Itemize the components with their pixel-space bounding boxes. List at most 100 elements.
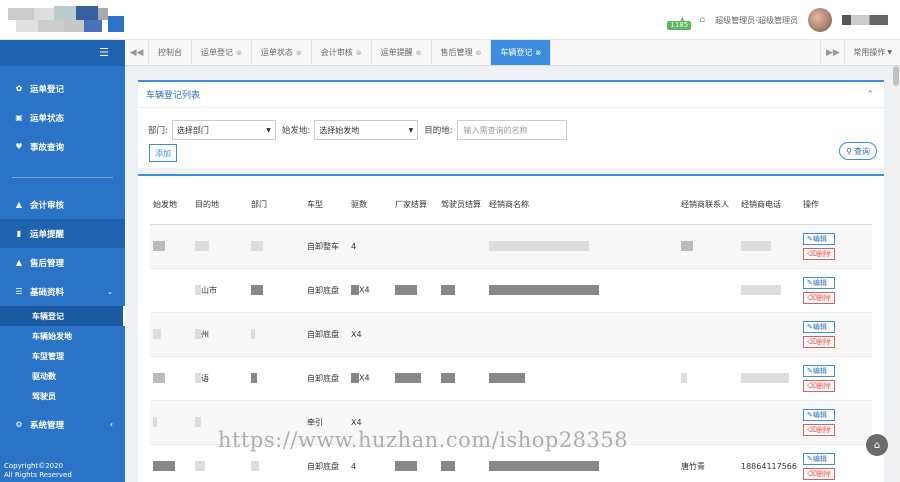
close-icon[interactable]: ⊗ [356,49,362,57]
trash-icon: ⌫ [807,337,817,346]
tab-scroll-left[interactable]: ◀◀ [125,40,149,65]
sidebar-sub-driver[interactable]: 驾驶员 [0,386,125,406]
watermark: https://www.huzhan.com/ishop28358 [218,428,629,452]
origin-label: 始发地: [281,126,311,136]
sidebar-item-waybill-status[interactable]: ▣ 运单状态 [0,103,125,132]
table-row[interactable]: 自卸整车 4 ✎编辑 ⌫删除 [150,224,872,269]
sidebar-item-accounting-audit[interactable]: ▲ 会计审核 [0,190,125,219]
delete-button[interactable]: ⌫删除 [803,467,835,480]
bank-icon: ▲ [15,200,23,209]
origin-select[interactable]: 选择始发地 ▼ [314,120,419,140]
home-float-button[interactable]: ⌂ [866,434,888,456]
sidebar-sub-vehicle-origin[interactable]: 车辆始发地 [0,326,125,346]
edit-button[interactable]: ✎编辑 [803,320,835,333]
delete-button[interactable]: ⌫删除 [803,379,835,392]
edit-button[interactable]: ✎编辑 [803,452,835,465]
copyright: Copyright©2020 All Rights Reserved [4,462,72,479]
table-row[interactable]: 山市 自卸底盘 X4 ✎编辑 ⌫删除 [150,268,872,313]
logo [8,6,126,34]
search-button[interactable]: ⚲ 查询 [839,142,877,160]
sidebar-item-basic-data[interactable]: ☰ 基础资料 ⌄ [0,277,125,306]
edit-button[interactable]: ✎编辑 [803,364,835,377]
heart-icon: ♥ [15,142,23,151]
col-dealer-contact[interactable]: 经销商联系人 [678,186,738,225]
col-dealer-phone[interactable]: 经销商电话 [738,186,800,225]
col-destination[interactable]: 目的地 [192,186,248,225]
caret-down-icon: ▼ [408,126,414,134]
notification-bell[interactable]: 1185 ▲ [667,13,692,30]
cell-vehicle-type: 自卸底盘 [304,312,348,357]
sidebar-item-waybill-register[interactable]: ✿ 运单登记 [0,74,125,103]
delete-button[interactable]: ⌫删除 [803,423,835,436]
close-icon[interactable]: ⊗ [416,49,422,57]
user-role: 超级管理员-超级管理员 [715,15,798,25]
add-button[interactable]: 添加 [149,144,177,162]
sidebar-item-system-management[interactable]: ⚙ 系统管理 ‹ [0,410,125,439]
menu-icon: ☰ [99,46,109,59]
cell-vehicle-type: 自卸底盘 [304,268,348,313]
close-icon[interactable]: ⊗ [535,49,541,57]
tab-waybill-reminder[interactable]: 运单提醒 ⊗ [372,40,432,65]
home-icon[interactable]: ⌂ [699,15,705,25]
chart-icon: ▮ [16,229,22,238]
tab-vehicle-register[interactable]: 车辆登记 ⊗ [491,40,552,65]
tab-accounting-audit[interactable]: 会计审核 ⊗ [312,40,372,65]
close-icon[interactable]: ⊗ [236,49,242,57]
edit-button[interactable]: ✎编辑 [803,408,835,421]
tab-console[interactable]: 控制台 [149,40,192,65]
col-actions: 操作 [800,186,872,225]
tab-scroll-right[interactable]: ▶▶ [820,40,844,65]
sidebar-item-accident-query[interactable]: ♥ 事故查询 [0,132,125,161]
col-driver-settlement[interactable]: 驾驶员结算 [438,186,486,225]
chevron-up-icon[interactable]: ⌃ [866,90,874,100]
tab-bar: ◀◀ 控制台 运单登记 ⊗ 运单状态 ⊗ 会计审核 ⊗ 运单提醒 ⊗ 售后管理 ⊗ 车辆登… [125,40,900,66]
col-dealer-name[interactable]: 经销商名称 [486,186,678,225]
close-icon[interactable]: ⊗ [296,49,302,57]
dest-label: 目的地: [424,126,453,136]
sidebar-sub-drive-count[interactable]: 驱动数 [0,366,125,386]
table-row[interactable]: 语 自卸底盘 X4 ✎编辑 ⌫删除 [150,356,872,401]
table-row[interactable]: 州 自卸底盘 X4 ✎编辑 ⌫删除 [150,312,872,357]
edit-button[interactable]: ✎编辑 [803,232,835,245]
avatar[interactable] [808,8,832,32]
col-factory-settlement[interactable]: 厂家结算 [392,186,438,225]
main-content: 车辆登记列表 ⌃ 部门: 选择部门 ▼ 始发地: 选择始发地 ▼ 目的地: 输入需查… [125,66,892,482]
tab-waybill-register[interactable]: 运单登记 ⊗ [192,40,252,65]
delete-button[interactable]: ⌫删除 [803,335,835,348]
col-vehicle-type[interactable]: 车型 [304,186,348,225]
delete-button[interactable]: ⌫删除 [803,247,835,260]
tab-waybill-status[interactable]: 运单状态 ⊗ [252,40,312,65]
tab-after-sales[interactable]: 售后管理 ⊗ [432,40,492,65]
caret-down-icon: ▼ [887,49,892,56]
sidebar-item-waybill-reminder[interactable]: ▮ 运单提醒 [0,219,125,248]
dept-select[interactable]: 选择部门 ▼ [171,120,276,140]
chevron-left-icon: ‹ [109,420,113,429]
common-operations-menu[interactable]: 常用操作 ▼ [844,40,900,65]
close-icon[interactable]: ⊗ [476,49,482,57]
double-left-icon: ◀◀ [129,47,144,58]
dept-label: 部门: [148,126,168,136]
cell-dealer-phone: 18864117566 [738,444,800,482]
cell-vehicle-type: 自卸底盘 [304,356,348,401]
edit-button[interactable]: ✎编辑 [803,276,835,289]
home-icon: ⌂ [873,439,881,451]
sidebar-sub-vehicle-type[interactable]: 车型管理 [0,346,125,366]
delete-button[interactable]: ⌫删除 [803,291,835,304]
sidebar-item-after-sales[interactable]: ▲ 售后管理 [0,248,125,277]
cell-dealer-contact: 唐竹青 [678,444,738,482]
menu-toggle[interactable]: ☰ [0,40,125,66]
trash-icon: ⌫ [807,425,817,434]
trash-icon: ⌫ [807,293,817,302]
page-scrollbar[interactable] [892,66,900,482]
col-origin[interactable]: 始发地 [150,186,192,225]
double-right-icon: ▶▶ [825,47,840,58]
trash-icon: ⌫ [807,249,817,258]
cell-drive: X4 [348,312,392,357]
user-name[interactable] [842,15,888,25]
dest-input[interactable]: 输入需查询的名称 [456,120,567,140]
col-department[interactable]: 部门 [248,186,304,225]
sidebar-sub-vehicle-register[interactable]: 车辆登记 [0,306,125,326]
list-icon: ☰ [15,287,23,296]
panel-title: 车辆登记列表 [146,91,201,101]
col-drive[interactable]: 驱数 [348,186,392,225]
